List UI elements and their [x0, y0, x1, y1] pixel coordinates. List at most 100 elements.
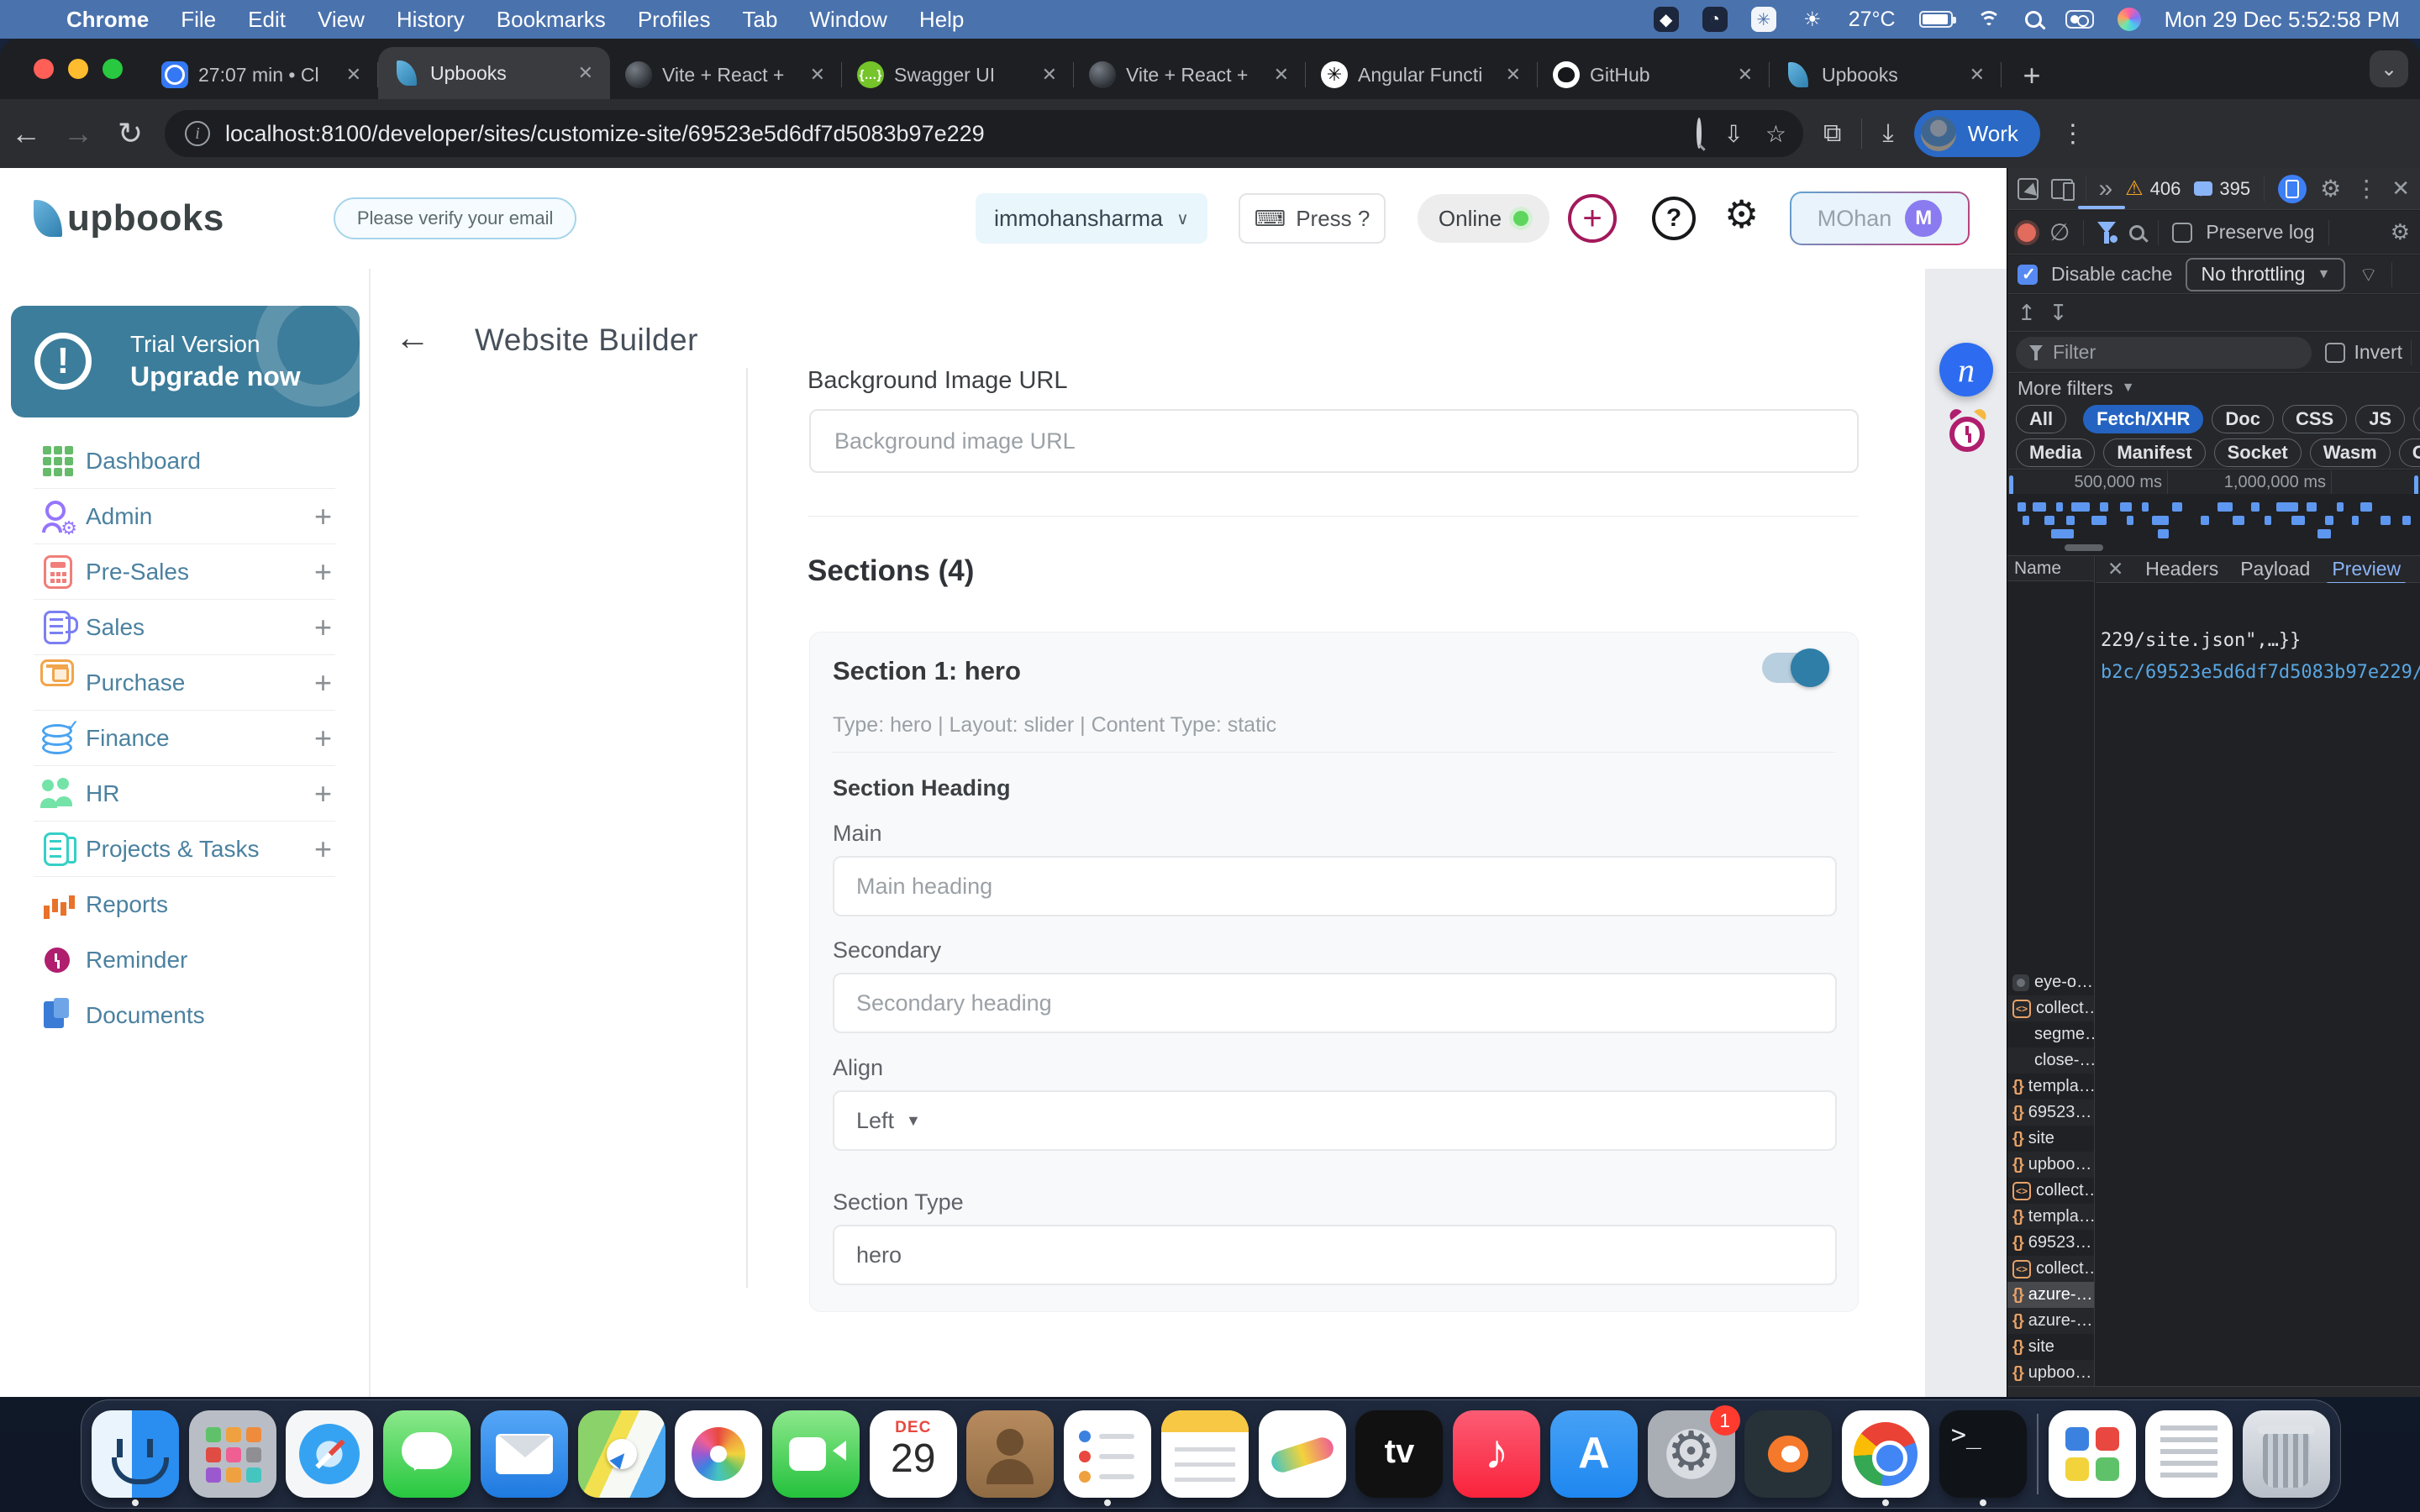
overview-scroll-indicator[interactable]	[2065, 544, 2103, 551]
filter-funnel-icon[interactable]	[2097, 222, 2116, 243]
dock-item-mail[interactable]	[476, 1400, 573, 1508]
device-mode-active-icon[interactable]	[2278, 175, 2307, 203]
filter-chip-fetchxhr[interactable]: Fetch/XHR	[2083, 405, 2203, 433]
expand-plus-icon[interactable]: +	[314, 721, 332, 756]
sidebar-item-hr[interactable]: HR+	[0, 766, 369, 822]
filter-chip-all[interactable]: All	[2016, 405, 2066, 433]
siri-icon[interactable]	[2118, 8, 2141, 31]
section-type-input[interactable]	[833, 1225, 1837, 1285]
dock-item-tiles[interactable]	[2044, 1400, 2141, 1508]
request-row[interactable]: {}azure-…	[2007, 1308, 2095, 1334]
sidebar-item-presales[interactable]: Pre-Sales+	[0, 544, 369, 600]
bg-image-url-input[interactable]	[809, 409, 1859, 473]
browser-tab-3[interactable]: Swagger UI✕	[842, 50, 1074, 99]
dock-item-trash[interactable]	[2238, 1400, 2335, 1508]
dock-item-launchpad[interactable]	[184, 1400, 281, 1508]
dock-item-appstore[interactable]	[1545, 1400, 1643, 1508]
zoom-window-button[interactable]	[103, 59, 123, 79]
menu-item-tab[interactable]: Tab	[727, 7, 794, 33]
dock-item-reminders[interactable]	[1059, 1400, 1156, 1508]
browser-tab-4[interactable]: Vite + React +✕	[1074, 50, 1306, 99]
menu-item-file[interactable]: File	[165, 7, 232, 33]
expand-plus-icon[interactable]: +	[314, 554, 332, 590]
dock-item-freeform[interactable]	[1254, 1400, 1351, 1508]
expand-plus-icon[interactable]: +	[314, 776, 332, 811]
filter-chip-media[interactable]: Media	[2016, 438, 2095, 467]
expand-plus-icon[interactable]: +	[314, 499, 332, 534]
secondary-heading-input[interactable]	[833, 973, 1837, 1033]
export-har-icon[interactable]: ↧	[2049, 300, 2068, 326]
wifi-icon[interactable]	[1976, 9, 2002, 29]
dock-item-contacts[interactable]	[962, 1400, 1060, 1508]
request-row[interactable]: <>collect…	[2007, 1178, 2095, 1204]
detail-tab-headers[interactable]: Headers	[2145, 558, 2218, 580]
browser-tab-1[interactable]: Upbooks✕	[378, 47, 610, 99]
filter-chip-font[interactable]: Font	[2413, 405, 2420, 433]
network-conditions-icon[interactable]: ⌔	[2359, 262, 2378, 287]
sidebar-item-sales[interactable]: Sales+	[0, 600, 369, 655]
align-select[interactable]: Left ▼	[833, 1090, 1837, 1151]
menu-item-view[interactable]: View	[302, 7, 381, 33]
browser-tab-5[interactable]: Angular Functi✕	[1306, 50, 1538, 99]
filter-chip-other[interactable]: Other	[2399, 438, 2420, 467]
bookmark-star-icon[interactable]: ☆	[1765, 120, 1786, 148]
expand-plus-icon[interactable]: +	[314, 832, 332, 867]
menu-item-window[interactable]: Window	[793, 7, 902, 33]
settings-gear-icon[interactable]: ⚙	[1724, 192, 1759, 237]
record-network-icon[interactable]	[2018, 223, 2036, 242]
request-row[interactable]: {}templa…	[2007, 1074, 2095, 1100]
tab-close-icon[interactable]: ✕	[1501, 62, 1526, 87]
request-row[interactable]: <>collect…	[2007, 995, 2095, 1021]
request-row[interactable]: {}69523…	[2007, 1100, 2095, 1126]
floating-reminder-widget[interactable]	[1944, 408, 1991, 455]
tab-search-button[interactable]: ⌄	[2370, 50, 2408, 87]
tab-close-icon[interactable]: ✕	[1037, 62, 1062, 87]
menu-item-chrome[interactable]: Chrome	[50, 7, 165, 33]
inspect-element-icon[interactable]	[2018, 178, 2039, 200]
sidebar-item-purchase[interactable]: Purchase+	[0, 655, 369, 711]
downloads-icon[interactable]: ⤓	[1882, 119, 1893, 148]
dock-item-photos[interactable]	[670, 1400, 767, 1508]
account-dropdown[interactable]: immohansharma ∨	[976, 193, 1207, 244]
filter-chip-js[interactable]: JS	[2355, 405, 2405, 433]
devtools-close-icon[interactable]: ✕	[2391, 176, 2410, 202]
dock-item-calendar[interactable]: DEC29	[865, 1400, 962, 1508]
reload-button[interactable]: ↻	[104, 116, 156, 151]
tab-close-icon[interactable]: ✕	[341, 62, 366, 87]
browser-menu-icon[interactable]: ⋮	[2060, 119, 2086, 149]
throttling-select[interactable]: No throttling ▼	[2186, 258, 2345, 291]
tab-close-icon[interactable]: ✕	[573, 60, 598, 86]
dock-item-blender[interactable]	[1739, 1400, 1837, 1508]
new-tab-button[interactable]: +	[2008, 52, 2055, 99]
main-heading-input[interactable]	[833, 856, 1837, 916]
menubar-app-icon-3[interactable]: ✳	[1751, 7, 1776, 32]
minimize-window-button[interactable]	[68, 59, 88, 79]
network-settings-icon[interactable]: ⚙	[2391, 219, 2410, 245]
menu-bar-clock[interactable]: Mon 29 Dec 5:52:58 PM	[2165, 7, 2400, 33]
dock-item-docstack[interactable]	[2140, 1400, 2238, 1508]
tab-close-icon[interactable]: ✕	[805, 62, 830, 87]
dock-item-maps[interactable]	[573, 1400, 671, 1508]
warning-count[interactable]: ⚠406	[2125, 176, 2181, 201]
sidebar-item-reminder[interactable]: Reminder	[0, 932, 369, 988]
expand-plus-icon[interactable]: +	[314, 610, 332, 645]
help-button[interactable]: ?	[1652, 197, 1696, 240]
menu-item-profiles[interactable]: Profiles	[622, 7, 727, 33]
request-row[interactable]: {}site	[2007, 1334, 2095, 1360]
network-overview-chart[interactable]	[2007, 494, 2420, 556]
device-toolbar-icon[interactable]	[2051, 179, 2072, 199]
invert-checkbox[interactable]	[2325, 343, 2345, 363]
sidebar-item-finance[interactable]: Finance+	[0, 711, 369, 766]
request-row[interactable]: {}site	[2007, 1126, 2095, 1152]
trial-upgrade-card[interactable]: ! Trial Version Upgrade now	[11, 306, 360, 417]
browser-tab-7[interactable]: Upbooks✕	[1770, 50, 2002, 99]
filter-chip-doc[interactable]: Doc	[2212, 405, 2274, 433]
quick-add-button[interactable]: +	[1568, 194, 1617, 243]
sidebar-item-reports[interactable]: Reports	[0, 877, 369, 932]
browser-tab-2[interactable]: Vite + React +✕	[610, 50, 842, 99]
section-enabled-toggle[interactable]	[1762, 653, 1824, 683]
network-search-icon[interactable]	[2129, 225, 2144, 240]
browser-profile-button[interactable]: Work	[1914, 110, 2040, 157]
menu-item-help[interactable]: Help	[903, 7, 980, 33]
verify-email-badge[interactable]: Please verify your email	[334, 197, 577, 239]
